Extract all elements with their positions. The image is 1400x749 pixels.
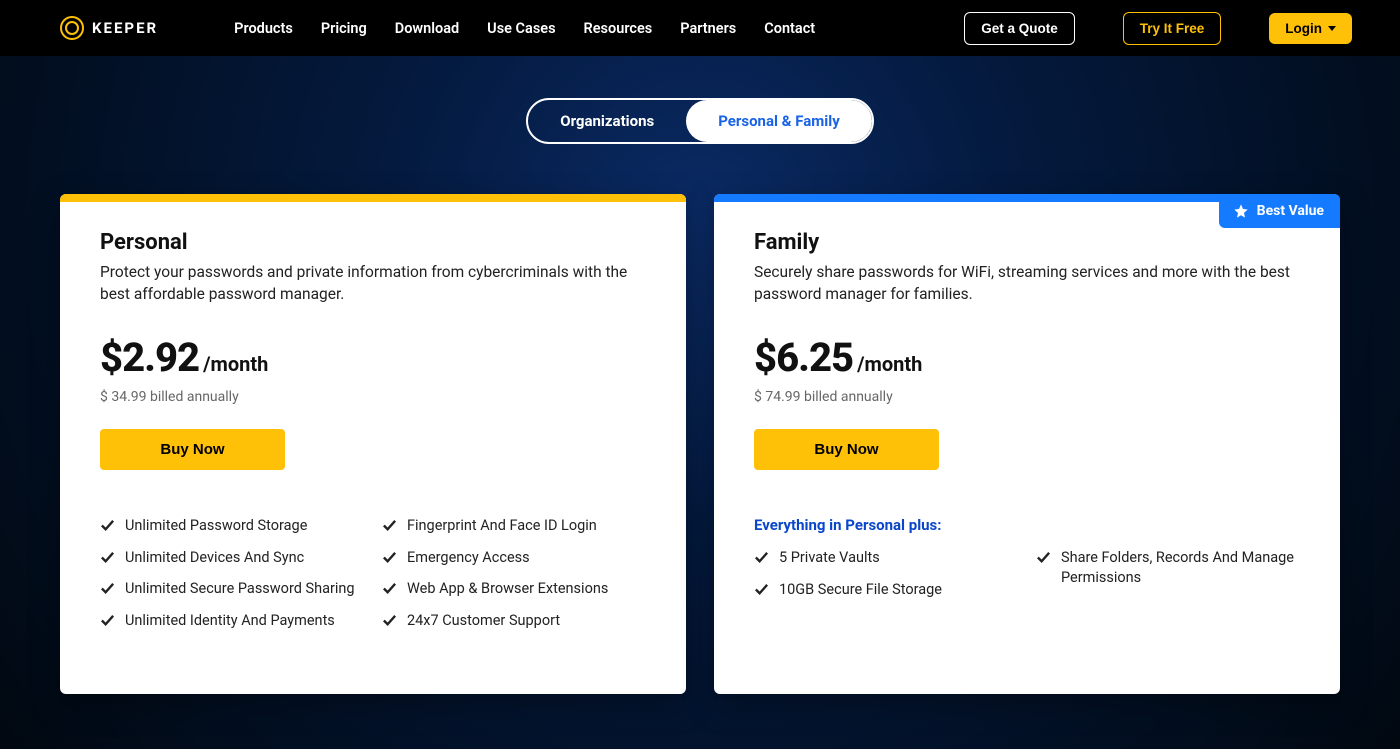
feature-text: 10GB Secure File Storage: [779, 580, 942, 600]
plan-description: Securely share passwords for WiFi, strea…: [754, 261, 1300, 306]
features-header: Everything in Personal plus:: [754, 516, 1300, 534]
feature-text: 5 Private Vaults: [779, 548, 880, 568]
feature-text: Emergency Access: [407, 548, 530, 568]
login-button[interactable]: Login: [1269, 13, 1352, 44]
nav-products[interactable]: Products: [234, 20, 293, 37]
price-amount: $6.25: [754, 334, 853, 381]
feature-item: Unlimited Secure Password Sharing: [100, 579, 364, 599]
nav-partners[interactable]: Partners: [680, 20, 736, 37]
plan-name: Personal: [100, 230, 646, 255]
feature-text: Fingerprint And Face ID Login: [407, 516, 597, 536]
brand-name: KEEPER: [92, 19, 158, 37]
feature-item: Unlimited Devices And Sync: [100, 548, 364, 568]
price-row: $6.25 /month: [754, 334, 1300, 381]
check-icon: [754, 582, 769, 597]
site-header: KEEPER Products Pricing Download Use Cas…: [0, 0, 1400, 56]
main-nav: Products Pricing Download Use Cases Reso…: [234, 20, 815, 37]
badge-label: Best Value: [1257, 203, 1324, 219]
billed-annually: $ 74.99 billed annually: [754, 389, 1300, 405]
login-label: Login: [1285, 21, 1322, 36]
nav-contact[interactable]: Contact: [764, 20, 815, 37]
price-amount: $2.92: [100, 334, 199, 381]
plan-card-personal: Personal Protect your passwords and priv…: [60, 194, 686, 694]
check-icon: [754, 550, 769, 565]
nav-pricing[interactable]: Pricing: [321, 20, 367, 37]
buy-now-button[interactable]: Buy Now: [100, 429, 285, 470]
get-quote-button[interactable]: Get a Quote: [964, 12, 1075, 45]
feature-text: Unlimited Password Storage: [125, 516, 307, 536]
check-icon: [382, 518, 397, 533]
best-value-badge: Best Value: [1219, 194, 1340, 228]
check-icon: [382, 613, 397, 628]
feature-item: Share Folders, Records And Manage Permis…: [1036, 548, 1300, 587]
feature-text: Unlimited Identity And Payments: [125, 611, 335, 631]
price-period: /month: [203, 352, 268, 376]
feature-text: 24x7 Customer Support: [407, 611, 560, 631]
toggle-personal-family[interactable]: Personal & Family: [686, 100, 872, 142]
buy-now-button[interactable]: Buy Now: [754, 429, 939, 470]
check-icon: [100, 550, 115, 565]
chevron-down-icon: [1328, 26, 1336, 31]
feature-list: Unlimited Password Storage Unlimited Dev…: [100, 516, 646, 630]
feature-item: 10GB Secure File Storage: [754, 580, 1018, 600]
nav-use-cases[interactable]: Use Cases: [487, 20, 555, 37]
billed-annually: $ 34.99 billed annually: [100, 389, 646, 405]
feature-text: Share Folders, Records And Manage Permis…: [1061, 548, 1300, 587]
audience-toggle: Organizations Personal & Family: [526, 98, 874, 144]
plan-name: Family: [754, 230, 1300, 255]
nav-resources[interactable]: Resources: [584, 20, 653, 37]
feature-item: Unlimited Password Storage: [100, 516, 364, 536]
plan-description: Protect your passwords and private infor…: [100, 261, 646, 306]
feature-text: Web App & Browser Extensions: [407, 579, 608, 599]
feature-item: Web App & Browser Extensions: [382, 579, 646, 599]
feature-item: 24x7 Customer Support: [382, 611, 646, 631]
brand-logo[interactable]: KEEPER: [60, 16, 158, 40]
feature-item: Fingerprint And Face ID Login: [382, 516, 646, 536]
feature-item: Unlimited Identity And Payments: [100, 611, 364, 631]
nav-download[interactable]: Download: [395, 20, 459, 37]
toggle-organizations[interactable]: Organizations: [528, 100, 686, 142]
try-free-button[interactable]: Try It Free: [1123, 12, 1222, 45]
check-icon: [100, 581, 115, 596]
check-icon: [382, 550, 397, 565]
feature-text: Unlimited Secure Password Sharing: [125, 579, 355, 599]
plan-card-family: Best Value Family Securely share passwor…: [714, 194, 1340, 694]
price-period: /month: [857, 352, 922, 376]
price-row: $2.92 /month: [100, 334, 646, 381]
star-icon: [1233, 203, 1249, 219]
check-icon: [100, 518, 115, 533]
logo-icon: [60, 16, 84, 40]
check-icon: [382, 581, 397, 596]
feature-list: 5 Private Vaults 10GB Secure File Storag…: [754, 548, 1300, 599]
feature-text: Unlimited Devices And Sync: [125, 548, 304, 568]
card-accent: [60, 194, 686, 202]
pricing-cards: Personal Protect your passwords and priv…: [60, 194, 1340, 694]
feature-item: Emergency Access: [382, 548, 646, 568]
check-icon: [100, 613, 115, 628]
feature-item: 5 Private Vaults: [754, 548, 1018, 568]
check-icon: [1036, 550, 1051, 565]
